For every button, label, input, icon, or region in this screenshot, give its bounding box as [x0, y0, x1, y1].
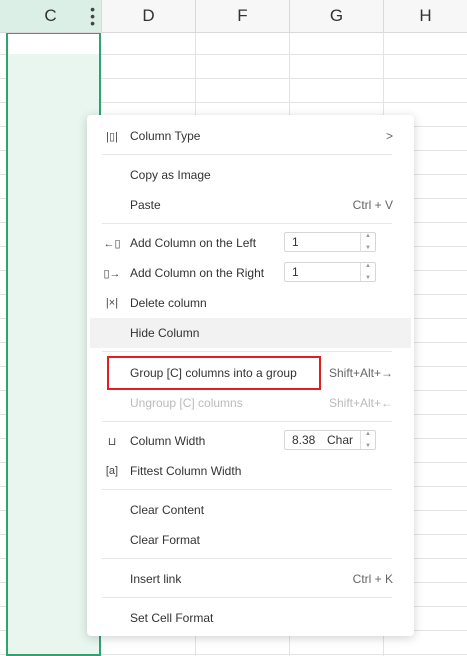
column-header-d[interactable]: D: [102, 0, 196, 32]
menu-item-paste[interactable]: Paste Ctrl + V: [90, 190, 411, 220]
column-header-h[interactable]: H: [384, 0, 467, 32]
menu-item-fittest-column-width[interactable]: [a] Fittest Column Width: [90, 456, 411, 486]
menu-item-column-type[interactable]: |▯| Column Type >: [90, 121, 411, 151]
column-header-label: G: [329, 6, 344, 25]
column-header-c[interactable]: C • • •: [0, 0, 102, 32]
insert-right-icon: ▯→: [103, 267, 121, 280]
column-width-input[interactable]: 8.38 Char ▲ ▼: [284, 430, 376, 450]
column-header-label: D: [142, 6, 155, 25]
stepper-icon[interactable]: ▲ ▼: [360, 233, 375, 251]
menu-item-clear-format[interactable]: Clear Format: [90, 525, 411, 555]
column-header-label: H: [419, 6, 432, 25]
column-header-f[interactable]: F: [196, 0, 290, 32]
chevron-right-icon: >: [385, 129, 393, 143]
menu-item-ungroup-columns: Ungroup [C] columns Shift+Alt+←: [130, 396, 393, 410]
divider: [102, 597, 392, 598]
delete-column-icon: |×|: [105, 297, 119, 309]
divider: [102, 421, 392, 422]
menu-item-delete-column[interactable]: |×| Delete column: [90, 288, 411, 318]
stepper-icon[interactable]: ▲ ▼: [360, 431, 375, 449]
add-left-count-input[interactable]: 1 ▲ ▼: [284, 232, 376, 252]
more-vertical-icon[interactable]: • • •: [90, 2, 95, 30]
column-header-label: C: [44, 6, 57, 25]
menu-item-hide-column[interactable]: Hide Column: [90, 318, 411, 348]
add-right-count-input[interactable]: 1 ▲ ▼: [284, 262, 376, 282]
stepper-icon[interactable]: ▲ ▼: [360, 263, 375, 281]
column-type-icon: |▯|: [106, 130, 118, 143]
insert-left-icon: ←▯: [103, 237, 121, 250]
column-width-icon: ⊔: [107, 435, 117, 448]
menu-item-insert-link[interactable]: Insert link Ctrl + K: [90, 564, 411, 594]
menu-item-clear-content[interactable]: Clear Content: [90, 495, 411, 525]
divider: [102, 351, 392, 352]
divider: [102, 558, 392, 559]
divider: [102, 154, 392, 155]
column-header-row: C • • • D F G H: [0, 0, 467, 33]
highlight-box: [107, 356, 321, 390]
divider: [102, 223, 392, 224]
column-header-g[interactable]: G: [290, 0, 384, 32]
column-header-label: F: [237, 6, 248, 25]
divider: [102, 489, 392, 490]
fit-width-icon: [a]: [105, 465, 119, 477]
menu-item-copy-as-image[interactable]: Copy as Image: [90, 160, 411, 190]
menu-item-set-cell-format[interactable]: Set Cell Format: [90, 603, 411, 633]
